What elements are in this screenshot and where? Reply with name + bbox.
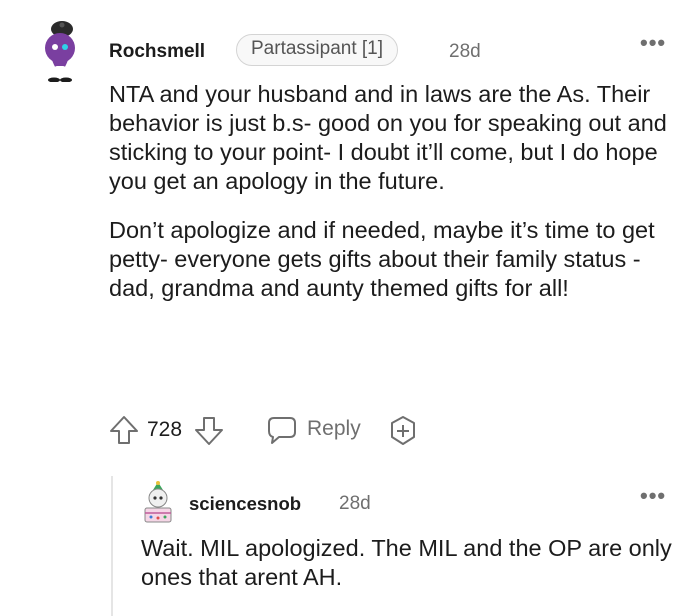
vote-count: 728 xyxy=(147,418,183,441)
reply-button[interactable]: Reply xyxy=(266,414,366,446)
reply-more-options-button[interactable]: ••• xyxy=(640,483,666,509)
upvote-button[interactable] xyxy=(108,414,140,446)
thread-line[interactable] xyxy=(111,476,113,616)
award-plus-icon xyxy=(391,416,415,445)
comment-age: 28d xyxy=(449,41,481,62)
comment-author[interactable]: Rochsmell xyxy=(109,41,205,63)
chat-bubble-icon xyxy=(268,417,296,444)
avatar[interactable] xyxy=(36,20,84,83)
reply-body: Wait. MIL apologized. The MIL and the OP… xyxy=(141,534,676,592)
cake-snoo-avatar-icon xyxy=(144,481,172,523)
reply-age: 28d xyxy=(339,493,371,514)
reply-avatar[interactable] xyxy=(140,480,176,526)
comment-paragraph: Don’t apologize and if needed, maybe it’… xyxy=(109,217,655,301)
more-dots-icon: ••• xyxy=(640,30,667,55)
comment-paragraph: NTA and your husband and in laws are the… xyxy=(109,81,667,194)
reply-author[interactable]: sciencesnob xyxy=(189,493,301,515)
more-dots-icon: ••• xyxy=(640,483,667,508)
reply-paragraph: Wait. MIL apologized. The MIL and the OP… xyxy=(141,535,672,590)
downvote-button[interactable] xyxy=(193,415,225,447)
more-options-button[interactable]: ••• xyxy=(640,30,666,56)
comment-body: NTA and your husband and in laws are the… xyxy=(109,80,674,303)
purple-snoo-avatar-icon xyxy=(45,21,75,83)
reply-label: Reply xyxy=(307,417,361,440)
upvote-arrow-icon xyxy=(110,416,138,444)
user-flair: Partassipant [1] xyxy=(236,34,399,66)
downvote-arrow-icon xyxy=(195,417,223,445)
give-award-button[interactable] xyxy=(386,414,420,448)
